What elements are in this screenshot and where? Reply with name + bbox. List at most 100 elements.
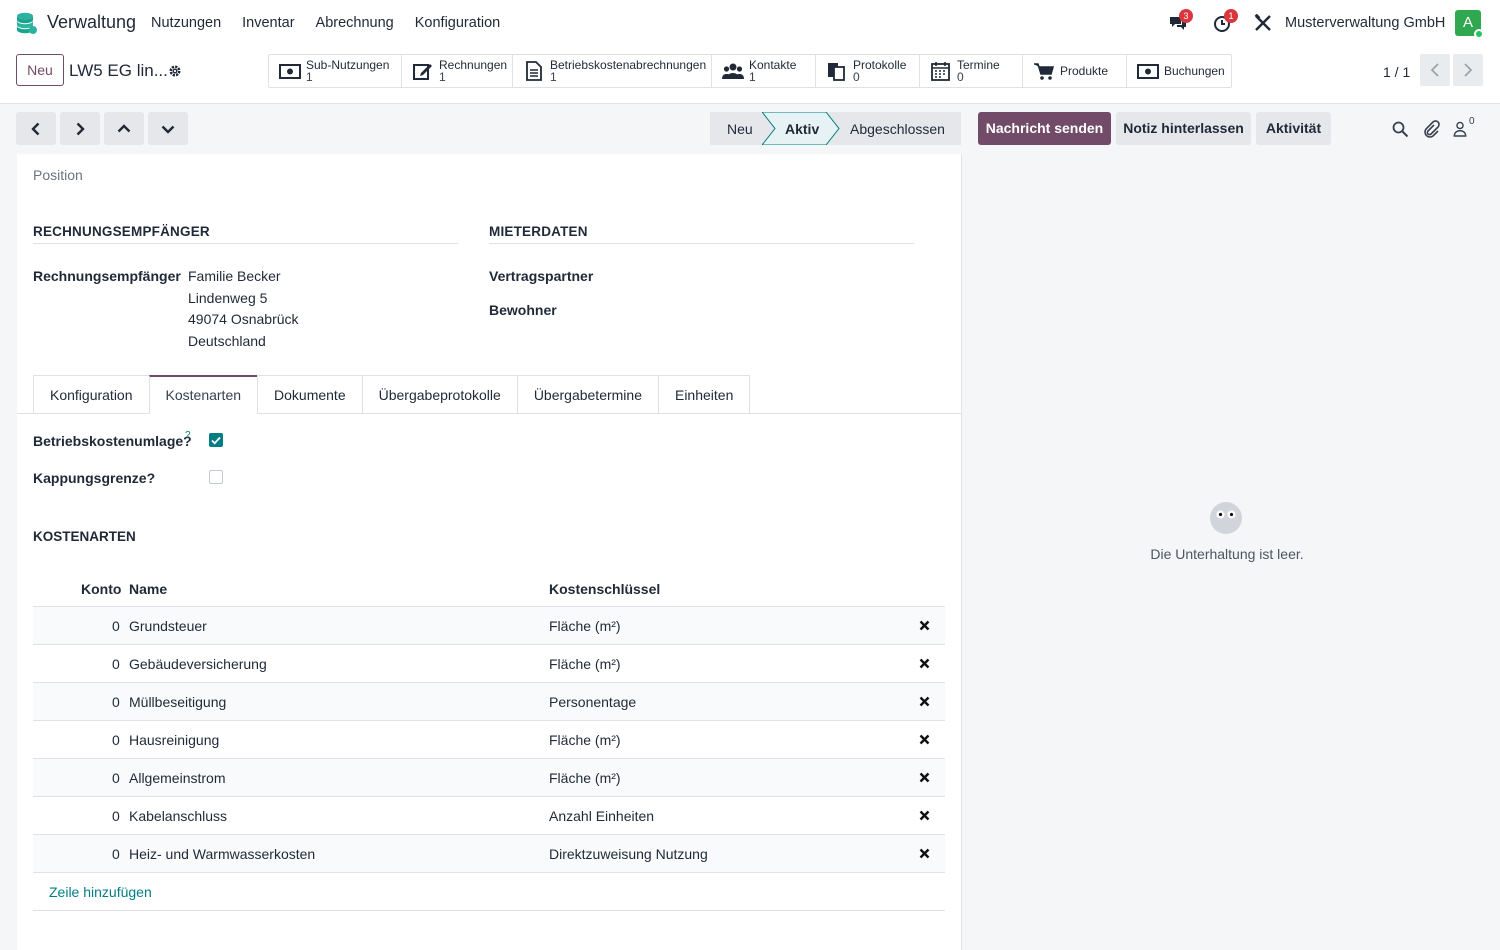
tab-kostenarten[interactable]: Kostenarten (148, 375, 258, 414)
cart-icon (1034, 63, 1055, 80)
column-header-konto[interactable]: Konto (81, 581, 121, 597)
send-message-button[interactable]: Nachricht senden (978, 112, 1111, 145)
smart-button-sub-nutzungen[interactable]: Sub-Nutzungen 1 (269, 55, 402, 87)
smart-button-count: 1 (550, 70, 557, 84)
table-row[interactable]: 0 Grundsteuer Fläche (m²) (33, 607, 945, 645)
table-row[interactable]: 0 Kabelanschluss Anzahl Einheiten (33, 797, 945, 835)
cell-name: Gebäudeversicherung (129, 656, 267, 672)
user-avatar[interactable]: A (1455, 10, 1484, 39)
delete-row-icon[interactable] (919, 810, 930, 821)
company-switcher[interactable]: Musterverwaltung GmbH (1285, 15, 1445, 31)
kappung-label: Kappungsgrenze? (33, 470, 156, 486)
tab-uebergabetermine[interactable]: Übergabetermine (516, 375, 658, 414)
delete-row-icon[interactable] (919, 848, 930, 859)
smart-button-protokolle[interactable]: Protokolle 0 (816, 55, 920, 87)
table-row[interactable]: 0 Hausreinigung Fläche (m²) (33, 721, 945, 759)
smart-button-label: Rechnungen (439, 58, 508, 72)
smart-button-produkte[interactable]: Produkte (1023, 55, 1127, 87)
smart-button-kontakte[interactable]: Kontakte 1 (712, 55, 816, 87)
smart-button-termine[interactable]: Termine 0 (920, 55, 1023, 87)
recipient-label: Rechnungsempfänger (33, 268, 181, 284)
menu-item-inventar[interactable]: Inventar (242, 15, 294, 31)
column-header-key[interactable]: Kostenschlüssel (549, 581, 660, 597)
smart-button-rechnungen[interactable]: Rechnungen 1 (402, 55, 513, 87)
pager-value[interactable]: 1 / 1 (1383, 64, 1410, 80)
delete-row-icon[interactable] (919, 772, 930, 783)
edit-icon (413, 64, 432, 80)
address-line: 49074 Osnabrück (188, 311, 299, 327)
pager-next-button[interactable] (1453, 54, 1483, 86)
menu-item-konfiguration[interactable]: Konfiguration (415, 15, 500, 31)
tab-einheiten[interactable]: Einheiten (657, 375, 751, 414)
smart-buttons: Sub-Nutzungen 1 Rechnungen 1 Betriebskoste… (268, 54, 1232, 88)
previous-record-button[interactable] (16, 112, 56, 145)
empty-conversation-text: Die Unterhaltung ist leer. (1150, 546, 1304, 562)
tab-uebergabeprotokolle[interactable]: Übergabeprotokolle (361, 375, 517, 414)
smart-button-count: 1 (306, 70, 313, 84)
tools-icon[interactable] (1254, 14, 1272, 32)
smart-button-label: Kontakte (749, 58, 797, 72)
delete-row-icon[interactable] (919, 658, 930, 669)
table-row[interactable]: 0 Gebäudeversicherung Fläche (m²) (33, 645, 945, 683)
cell-key: Fläche (m²) (549, 732, 621, 748)
next-record-button[interactable] (60, 112, 100, 145)
chevron-up-icon (117, 124, 131, 133)
bk-umlage-label: Betriebskostenumlage? (33, 433, 192, 449)
tab-dokumente[interactable]: Dokumente (257, 375, 362, 414)
cell-name: Heiz- und Warmwasserkosten (129, 846, 316, 862)
move-down-button[interactable] (148, 112, 188, 145)
cell-name: Kabelanschluss (129, 808, 228, 824)
kappung-checkbox[interactable] (209, 470, 223, 484)
chevron-left-icon (1430, 63, 1439, 77)
table-header: Konto Name Kostenschlüssel (33, 573, 945, 607)
help-tooltip-icon[interactable]: ? (185, 430, 191, 441)
status-bar: Neu Abgeschlossen Aktiv Nachricht senden… (0, 104, 1500, 154)
delete-row-icon[interactable] (919, 620, 930, 631)
delete-row-icon[interactable] (919, 734, 930, 745)
cell-key: Anzahl Einheiten (549, 808, 655, 824)
smart-button-buchungen[interactable]: Buchungen (1127, 55, 1231, 87)
user-icon (1453, 121, 1467, 137)
bk-umlage-checkbox[interactable] (209, 433, 223, 447)
stage-abgeschlossen[interactable]: Abgeschlossen (827, 112, 961, 145)
search-icon[interactable] (1391, 120, 1409, 138)
stage-label: Neu (727, 121, 753, 137)
gear-icon[interactable] (168, 64, 182, 78)
app-logo-icon[interactable] (14, 11, 38, 35)
paperclip-icon[interactable] (1422, 120, 1440, 138)
table-row[interactable]: 0 Müllbeseitigung Personentage (33, 683, 945, 721)
cell-konto: 0 (112, 770, 120, 786)
delete-row-icon[interactable] (919, 696, 930, 707)
recipient-address[interactable]: Familie Becker Lindenweg 5 49074 Osnabrü… (188, 266, 299, 352)
smart-button-betriebskostenabrechnungen[interactable]: Betriebskostenabrechnungen 1 (513, 55, 712, 87)
smart-button-label: Betriebskostenabrechnungen (550, 58, 707, 72)
add-line-link[interactable]: Zeile hinzufügen (49, 884, 152, 900)
activity-button[interactable]: Aktivität (1256, 112, 1331, 145)
pager-previous-button[interactable] (1420, 54, 1450, 86)
top-navbar: Verwaltung Nutzungen Inventar Abrechnung… (0, 0, 1500, 46)
cell-key: Personentage (549, 694, 637, 710)
menu-item-nutzungen[interactable]: Nutzungen (151, 15, 221, 31)
stage-aktiv[interactable]: Aktiv (762, 112, 840, 145)
menu-item-abrechnung[interactable]: Abrechnung (316, 15, 394, 31)
activities-button[interactable]: 1 (1213, 9, 1238, 33)
table-row[interactable]: 0 Heiz- und Warmwasserkosten Direktzuwei… (33, 835, 945, 873)
log-note-button[interactable]: Notiz hinterlassen (1116, 112, 1251, 145)
column-header-name[interactable]: Name (129, 581, 167, 597)
tab-konfiguration[interactable]: Konfiguration (33, 375, 149, 414)
section-title-cost-types: KOSTENARTEN (33, 529, 136, 544)
app-name[interactable]: Verwaltung (47, 12, 136, 33)
notebook-tabs: Konfiguration Kostenarten Dokumente Über… (33, 375, 751, 414)
cell-konto: 0 (112, 618, 120, 634)
move-up-button[interactable] (104, 112, 144, 145)
messages-button[interactable]: 3 (1168, 9, 1193, 33)
new-record-button[interactable]: Neu (16, 54, 64, 86)
table-row[interactable]: 0 Allgemeinstrom Fläche (m²) (33, 759, 945, 797)
cell-key: Fläche (m²) (549, 618, 621, 634)
documents-icon (828, 63, 845, 81)
cell-name: Hausreinigung (129, 732, 220, 748)
cell-name: Grundsteuer (129, 618, 207, 634)
record-title: LW5 EG lin... (69, 61, 168, 80)
followers-button[interactable]: 0 (1453, 116, 1477, 138)
cell-name: Allgemeinstrom (129, 770, 226, 786)
